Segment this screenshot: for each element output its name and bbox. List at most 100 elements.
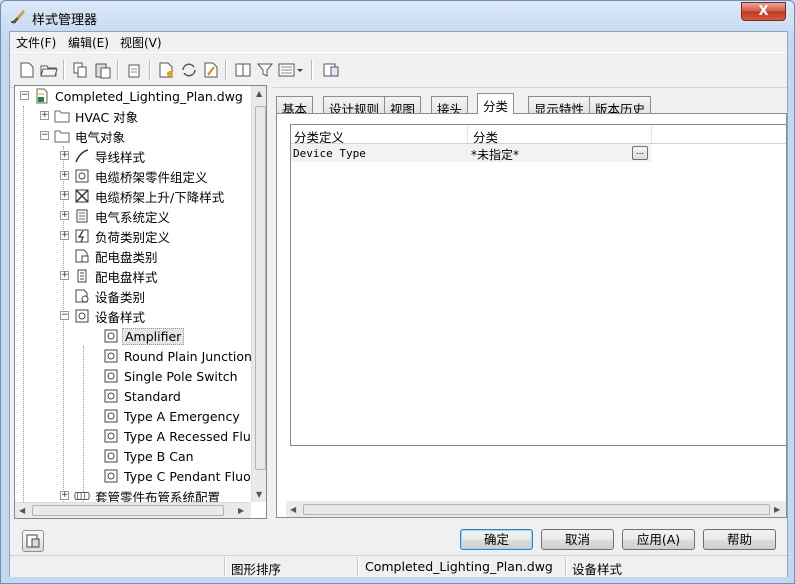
collapse-toggle[interactable]: − — [40, 131, 49, 140]
expand-toggle[interactable]: + — [40, 111, 49, 120]
tree-root-label: Completed_Lighting_Plan.dwg — [55, 88, 243, 104]
pane-splitter[interactable] — [268, 85, 273, 519]
device-style-icon — [103, 328, 119, 344]
device-category-icon — [74, 288, 90, 304]
tab-classification[interactable]: 分类 — [477, 93, 515, 114]
tree-label: 电气系统定义 — [95, 209, 171, 225]
menu-bar: 文件(F) 编辑(E) 视图(V) — [10, 32, 787, 51]
tree-item-standard[interactable]: Standard — [103, 386, 183, 406]
expand-toggle[interactable]: + — [60, 271, 69, 280]
collapse-toggle[interactable]: − — [20, 91, 29, 100]
ok-button[interactable]: 确定 — [460, 529, 533, 550]
scroll-right-icon[interactable]: ▶ — [774, 505, 780, 514]
expand-toggle[interactable]: + — [60, 171, 69, 180]
view-list-icon[interactable] — [276, 59, 306, 81]
toolbar-separator — [117, 60, 119, 80]
status-file: Completed_Lighting_Plan.dwg — [365, 559, 553, 574]
toggle-pane-button[interactable] — [22, 530, 44, 552]
copy-icon[interactable] — [69, 59, 91, 81]
tree-item-amplifier[interactable]: Amplifier — [103, 326, 185, 346]
scroll-left-icon[interactable]: ◀ — [290, 505, 296, 514]
status-bar: 图形排序 Completed_Lighting_Plan.dwg 设备样式 — [10, 555, 787, 577]
browse-button[interactable]: ... — [632, 146, 648, 160]
tree-item-electrical-system[interactable]: + 电气系统定义 — [60, 206, 172, 226]
scroll-left-icon[interactable]: ◀ — [19, 506, 25, 515]
tree-item-cable-tray-rise[interactable]: + 电缆桥架上升/下降样式 — [60, 186, 226, 206]
compare-icon[interactable] — [232, 59, 254, 81]
tree-item-electrical[interactable]: − 电气对象 — [40, 126, 127, 146]
tree-label: Standard — [124, 388, 181, 404]
tree-label: 设备类别 — [95, 289, 146, 305]
menu-file[interactable]: 文件(F) — [16, 34, 56, 51]
classification-grid[interactable]: 分类定义 分类 Device Type *未指定* — [290, 124, 786, 446]
cell-classification[interactable]: *未指定* — [471, 146, 519, 163]
tree-label: Single Pole Switch — [124, 368, 238, 384]
menu-edit[interactable]: 编辑(E) — [68, 34, 109, 51]
tree-item-load-category[interactable]: + 负荷类别定义 — [60, 226, 172, 246]
edit-style-icon[interactable] — [200, 59, 222, 81]
header-separator — [651, 125, 652, 143]
tree-item-type-a-recessed[interactable]: Type A Recessed Fluor — [103, 426, 266, 446]
expand-toggle[interactable]: + — [60, 191, 69, 200]
tree-label: Type A Recessed Fluor — [124, 428, 264, 444]
apply-button[interactable]: 应用(A) — [622, 529, 695, 550]
tree-horizontal-scroll-thumb[interactable] — [32, 505, 224, 516]
tree-label: Type B Can — [124, 448, 194, 464]
tree-item-device-styles[interactable]: − 设备样式 — [60, 306, 147, 326]
drawing-file-icon — [34, 88, 50, 104]
expand-toggle[interactable]: + — [60, 231, 69, 240]
tree-item-round-junction[interactable]: Round Plain Junction B — [103, 346, 266, 366]
menu-view[interactable]: 视图(V) — [120, 34, 162, 51]
expand-toggle[interactable]: + — [60, 151, 69, 160]
new-icon[interactable] — [16, 59, 38, 81]
tree-vertical-scroll-thumb[interactable] — [255, 106, 266, 470]
tree-item-single-pole[interactable]: Single Pole Switch — [103, 366, 240, 386]
tree-item-device-category[interactable]: 设备类别 — [60, 286, 147, 306]
tree-guide — [23, 106, 24, 502]
tree-item-panel-category[interactable]: 配电盘类别 — [60, 246, 160, 266]
wire-icon — [74, 148, 90, 164]
purge-icon[interactable] — [124, 59, 146, 81]
style-tree[interactable]: − Completed_Lighting_Plan.dwg + HVAC 对象 … — [14, 85, 267, 519]
tree-label: 配电盘类别 — [95, 249, 158, 265]
tree-label: Round Plain Junction B — [124, 348, 265, 364]
new-style-icon[interactable] — [155, 59, 177, 81]
device-style-icon — [103, 408, 119, 424]
collapse-toggle[interactable]: − — [60, 311, 69, 320]
paste-icon[interactable] — [92, 59, 114, 81]
sync-icon[interactable] — [178, 59, 200, 81]
tree-guide — [83, 346, 84, 504]
tree-item-cable-tray-parts[interactable]: + 电缆桥架零件组定义 — [60, 166, 210, 186]
scroll-up-icon[interactable]: ▲ — [256, 89, 262, 98]
toggle-view-icon[interactable] — [320, 59, 342, 81]
tree-item-hvac[interactable]: + HVAC 对象 — [40, 106, 140, 126]
filter-icon[interactable] — [254, 59, 276, 81]
tree-item-type-c-pendant[interactable]: Type C Pendant Fluore — [103, 466, 265, 486]
cancel-button[interactable]: 取消 — [541, 529, 614, 550]
status-separator — [357, 557, 359, 576]
tree-label: Type A Emergency — [124, 408, 240, 424]
tree-label: 设备样式 — [95, 309, 146, 325]
tree-item-type-a-emergency[interactable]: Type A Emergency — [103, 406, 242, 426]
device-style-icon — [74, 308, 90, 324]
expand-toggle[interactable]: + — [60, 211, 69, 220]
tree-root[interactable]: − Completed_Lighting_Plan.dwg — [20, 86, 245, 106]
close-button[interactable]: X — [741, 2, 786, 21]
expand-toggle[interactable]: + — [60, 491, 69, 500]
tree-item-panel-styles[interactable]: + 配电盘样式 — [60, 266, 160, 286]
toggle-pane-icon — [26, 534, 40, 548]
tree-label: Type C Pendant Fluore — [124, 468, 264, 484]
panel-horizontal-scroll-thumb[interactable] — [303, 504, 770, 515]
scroll-down-icon[interactable]: ▼ — [256, 490, 262, 499]
tree-label: 导线样式 — [95, 149, 146, 165]
panel-category-icon — [74, 248, 90, 264]
help-button[interactable]: 帮助 — [703, 529, 776, 550]
tree-item-wire-styles[interactable]: + 导线样式 — [60, 146, 147, 166]
title-bar: 样式管理器 X — [1, 1, 794, 31]
open-folder-icon[interactable] — [38, 59, 60, 81]
scroll-right-icon[interactable]: ▶ — [238, 506, 244, 515]
style-manager-window: 样式管理器 X 文件(F) 编辑(E) 视图(V) − Completed_Li… — [0, 0, 795, 584]
load-category-icon — [74, 228, 90, 244]
tree-item-type-b-can[interactable]: Type B Can — [103, 446, 196, 466]
client-area: 文件(F) 编辑(E) 视图(V) − Completed_Lighting_P… — [9, 31, 788, 577]
